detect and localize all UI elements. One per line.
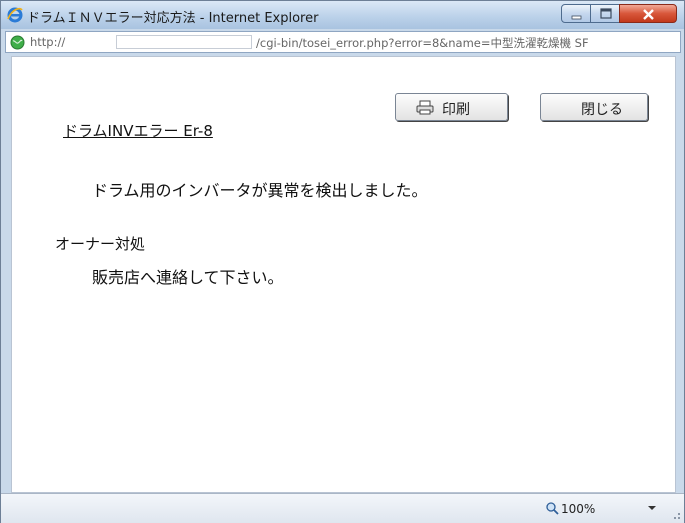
resize-grip-icon[interactable] [669,508,681,520]
page-globe-icon [10,35,25,50]
maximize-button[interactable] [590,4,620,23]
window-controls [561,4,679,24]
close-page-button[interactable]: 閉じる [540,93,648,121]
url-scheme: http:// [30,35,66,49]
status-bar: 100% [1,493,684,523]
print-button[interactable]: 印刷 [395,93,508,121]
printer-icon [416,100,434,115]
ie-popup-window: ドラムＩＮＶエラー対応方法 - Internet Explorer http:/… [0,0,685,523]
owner-action-heading: オーナー対処 [55,235,146,253]
minimize-button[interactable] [561,4,591,23]
owner-action-text: 販売店へ連絡して下さい。 [92,268,284,287]
maximize-icon [600,8,612,19]
url-path: /cgi-bin/tosei_error.php?error=8&name=中型… [256,36,589,50]
close-button-label: 閉じる [581,102,623,118]
title-bar[interactable]: ドラムＩＮＶエラー対応方法 - Internet Explorer [1,1,684,29]
page-content: 印刷 閉じる ドラムINVエラー Er-8 ドラム用のインバータが異常を検出しま… [11,56,676,493]
minimize-icon [571,15,582,20]
internet-explorer-icon [7,7,23,23]
window-title: ドラムＩＮＶエラー対応方法 - Internet Explorer [27,11,319,26]
url-host-redacted [116,35,252,49]
error-title: ドラムINVエラー Er-8 [63,122,213,140]
print-button-label: 印刷 [442,102,470,118]
zoom-level[interactable]: 100% [561,502,595,516]
window-close-button[interactable] [619,4,677,23]
address-bar[interactable]: http:// /cgi-bin/tosei_error.php?error=8… [5,31,681,53]
zoom-icon[interactable] [546,502,559,515]
chevron-down-icon[interactable] [647,504,657,512]
error-message: ドラム用のインバータが異常を検出しました。 [92,181,428,200]
close-icon [643,9,654,20]
